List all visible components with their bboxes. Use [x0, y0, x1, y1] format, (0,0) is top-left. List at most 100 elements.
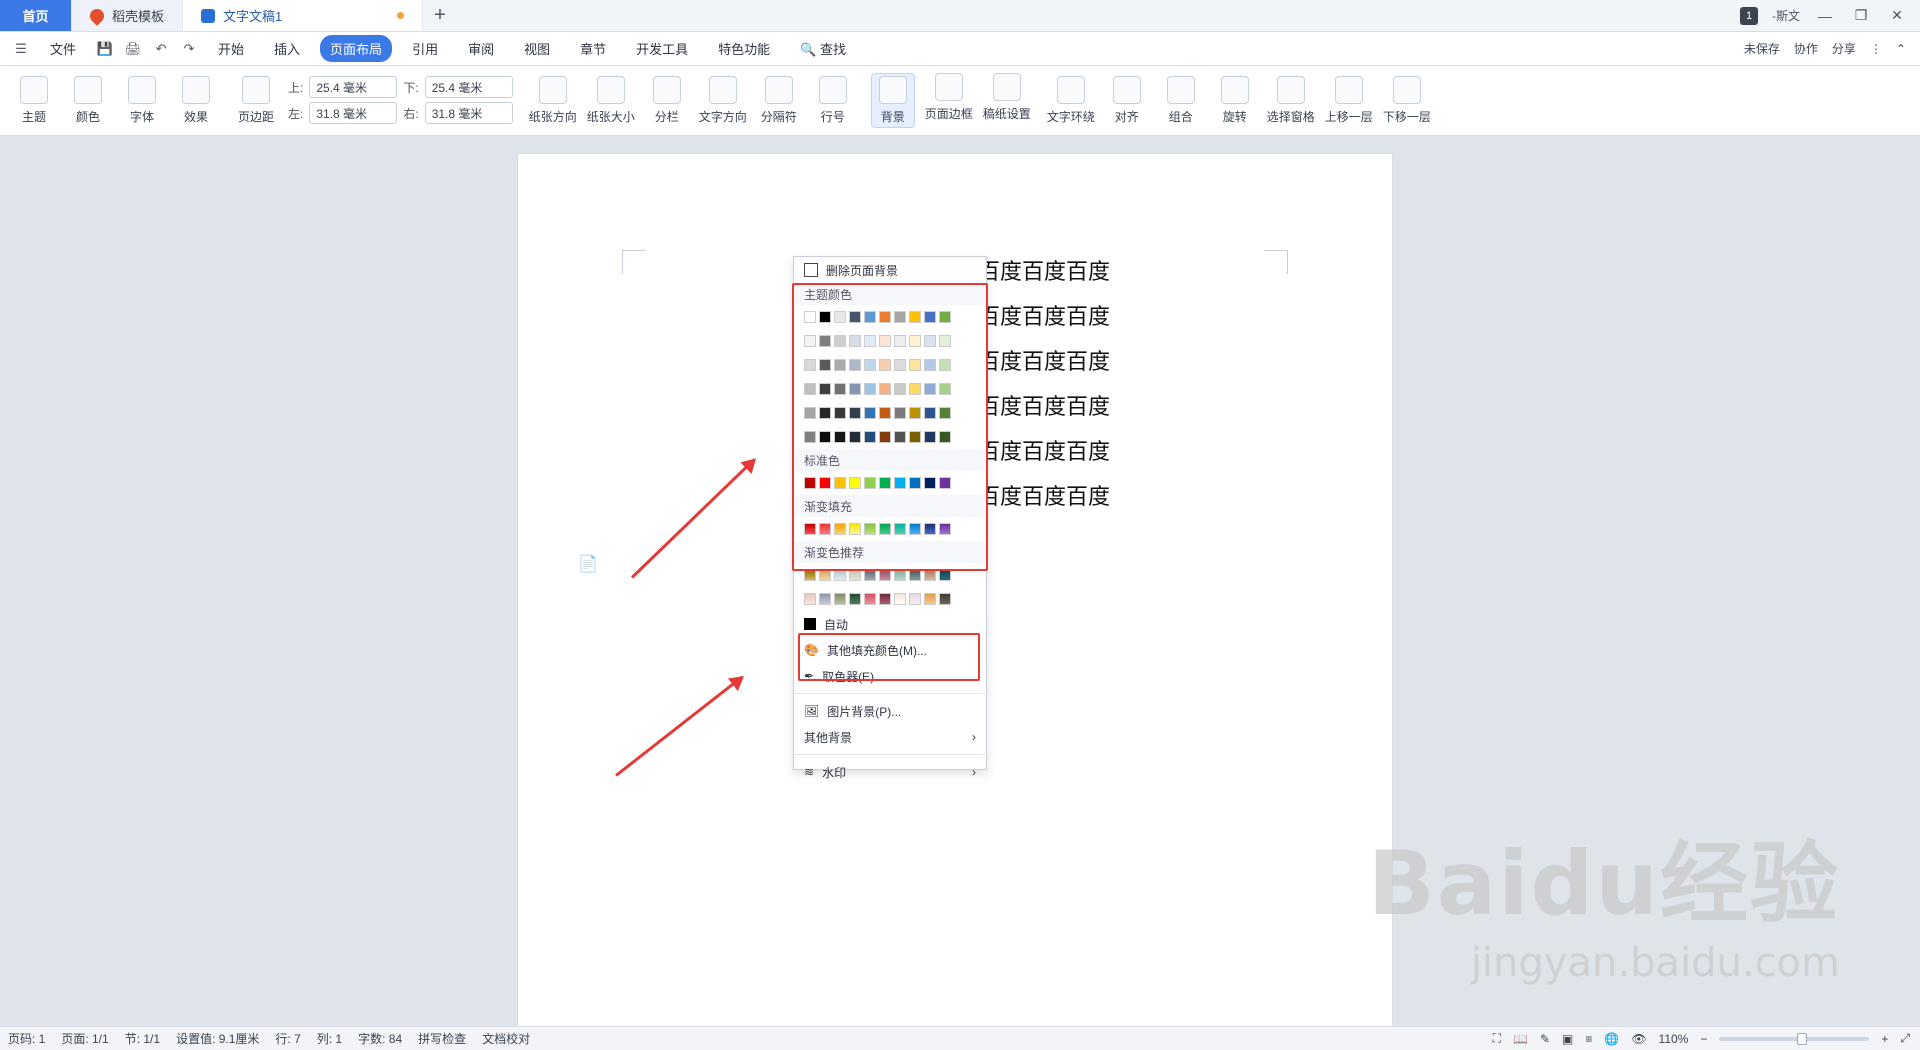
- restore-icon[interactable]: ❐: [1850, 7, 1872, 25]
- separator: [794, 754, 986, 755]
- paragraph-icon[interactable]: 📄: [578, 554, 598, 574]
- reading-icon[interactable]: 📖: [1513, 1032, 1528, 1046]
- other-bg-item[interactable]: 其他背景 ›: [794, 724, 986, 750]
- font-icon: [128, 76, 156, 104]
- gradient-swatch[interactable]: [849, 593, 861, 605]
- gradient-swatch[interactable]: [864, 593, 876, 605]
- menu-start[interactable]: 开始: [208, 35, 254, 62]
- zoom-knob[interactable]: [1796, 1032, 1807, 1045]
- menu-insert[interactable]: 插入: [264, 35, 310, 62]
- web-icon[interactable]: 🌐: [1604, 1032, 1619, 1046]
- wrap-label: 文字环绕: [1046, 110, 1095, 124]
- zoom-slider[interactable]: [1719, 1032, 1870, 1045]
- gradient-swatch[interactable]: [879, 593, 891, 605]
- notification-badge[interactable]: 1: [1740, 6, 1758, 25]
- document-text[interactable]: 百度百度百度 百度百度百度 百度百度百度 百度百度百度 百度百度百度 百度百度百…: [978, 250, 1110, 520]
- text-direction-icon: [708, 76, 737, 104]
- group-button[interactable]: 组合: [1159, 76, 1203, 125]
- gradient-swatch[interactable]: [819, 593, 831, 605]
- separator-button[interactable]: 分隔符: [757, 76, 801, 125]
- orientation-button[interactable]: 纸张方向: [529, 76, 577, 125]
- tab-template[interactable]: 稻壳模板: [72, 0, 184, 31]
- gradient-swatch[interactable]: [894, 593, 906, 605]
- close-icon[interactable]: ✕: [1886, 7, 1908, 25]
- margin-bottom-input[interactable]: 25.4 毫米: [424, 76, 513, 98]
- menu-layout[interactable]: 页面布局: [320, 35, 393, 62]
- bring-up-button[interactable]: 上移一层: [1325, 76, 1373, 125]
- picture-bg-item[interactable]: 🖼 图片背景(P)...: [794, 698, 986, 724]
- print-icon[interactable]: 🖨: [124, 40, 142, 58]
- eye-icon[interactable]: 👁: [1631, 1032, 1646, 1046]
- gradient-swatch[interactable]: [909, 593, 921, 605]
- gradient-swatch[interactable]: [924, 593, 936, 605]
- text-line: 百度百度百度: [978, 350, 1111, 375]
- watermark-item[interactable]: ≋ 水印 ›: [794, 759, 986, 785]
- unsaved-button[interactable]: 未保存: [1744, 40, 1780, 57]
- minimize-icon[interactable]: —: [1814, 7, 1836, 25]
- line-number-button[interactable]: 行号: [811, 76, 855, 125]
- wrap-button[interactable]: 文字环绕: [1047, 76, 1095, 125]
- margin-top-input[interactable]: 25.4 毫米: [309, 76, 398, 98]
- margin-left-input[interactable]: 31.8 毫米: [309, 102, 398, 124]
- plus-icon: +: [434, 4, 446, 26]
- spell-check-button[interactable]: 拼写检查: [418, 1030, 466, 1047]
- separator-label: 分隔符: [760, 110, 797, 124]
- save-icon[interactable]: 💾: [96, 40, 114, 58]
- text-line: 百度百度百度: [978, 440, 1111, 465]
- collab-button[interactable]: 协作: [1794, 40, 1818, 57]
- watermark-brand: Baidu经验: [1367, 832, 1840, 935]
- menu-icon[interactable]: ☰: [12, 40, 30, 58]
- font-button[interactable]: 字体: [120, 76, 164, 125]
- color-button[interactable]: 颜色: [66, 76, 110, 125]
- status-bar: 页码: 1 页面: 1/1 节: 1/1 设置值: 9.1厘米 行: 7 列: …: [0, 1026, 1920, 1050]
- text-direction-button[interactable]: 文字方向: [699, 76, 747, 125]
- edit-icon[interactable]: ✎: [1540, 1032, 1550, 1046]
- effect-button[interactable]: 效果: [174, 76, 218, 125]
- rotate-button[interactable]: 旋转: [1213, 76, 1257, 125]
- gradient-swatch[interactable]: [804, 593, 816, 605]
- theme-button[interactable]: 主题: [12, 76, 56, 125]
- paper-setting-button[interactable]: 稿纸设置: [983, 73, 1031, 122]
- gradient-swatch[interactable]: [834, 593, 846, 605]
- new-tab-button[interactable]: +: [423, 0, 457, 31]
- more-icon[interactable]: ⋮: [1870, 42, 1882, 56]
- collapse-icon[interactable]: ⌃: [1896, 42, 1906, 56]
- redo-icon[interactable]: ↷: [180, 40, 198, 58]
- fit-icon[interactable]: ⤢: [1900, 1031, 1910, 1046]
- select-pane-button[interactable]: 选择窗格: [1267, 76, 1315, 125]
- margin-right-input[interactable]: 31.8 毫米: [424, 102, 513, 124]
- size-button[interactable]: 纸张大小: [587, 76, 635, 125]
- outline-icon[interactable]: ≡: [1585, 1032, 1592, 1046]
- zoom-in-icon[interactable]: +: [1881, 1032, 1888, 1046]
- menu-reference[interactable]: 引用: [402, 35, 448, 62]
- menu-feature[interactable]: 特色功能: [708, 35, 780, 62]
- user-name[interactable]: -斯文: [1772, 7, 1800, 24]
- undo-icon[interactable]: ↶: [152, 40, 170, 58]
- tab-home[interactable]: 首页: [0, 0, 72, 31]
- margin-right-label: 右:: [403, 106, 419, 121]
- menu-section[interactable]: 章节: [570, 35, 616, 62]
- columns-button[interactable]: 分栏: [645, 76, 689, 125]
- status-words: 字数: 84: [358, 1032, 403, 1046]
- gradient-swatch[interactable]: [939, 593, 951, 605]
- align-button[interactable]: 对齐: [1105, 76, 1149, 125]
- menu-file[interactable]: 文件: [40, 35, 86, 62]
- page-border-button[interactable]: 页面边框: [925, 73, 973, 122]
- status-pages: 页面: 1/1: [61, 1032, 109, 1046]
- menu-view[interactable]: 视图: [514, 35, 560, 62]
- page-view-icon[interactable]: ▣: [1562, 1032, 1573, 1046]
- fullscreen-icon[interactable]: ⛶: [1493, 1031, 1501, 1046]
- delete-background-item[interactable]: 删除页面背景: [794, 257, 986, 283]
- proofread-button[interactable]: 文档校对: [482, 1030, 530, 1047]
- background-button[interactable]: 背景: [870, 73, 915, 128]
- send-down-button[interactable]: 下移一层: [1383, 76, 1431, 125]
- menu-review[interactable]: 审阅: [458, 35, 504, 62]
- zoom-out-icon[interactable]: −: [1700, 1032, 1707, 1046]
- tab-document[interactable]: 文字文稿1: [183, 0, 424, 31]
- margin-button[interactable]: 页边距: [234, 76, 278, 125]
- menu-search[interactable]: 🔍 查找: [790, 35, 856, 62]
- share-button[interactable]: 分享: [1832, 40, 1856, 57]
- zoom-value[interactable]: 110%: [1659, 1032, 1689, 1046]
- delete-background-label: 删除页面背景: [826, 263, 899, 278]
- menu-dev[interactable]: 开发工具: [626, 35, 698, 62]
